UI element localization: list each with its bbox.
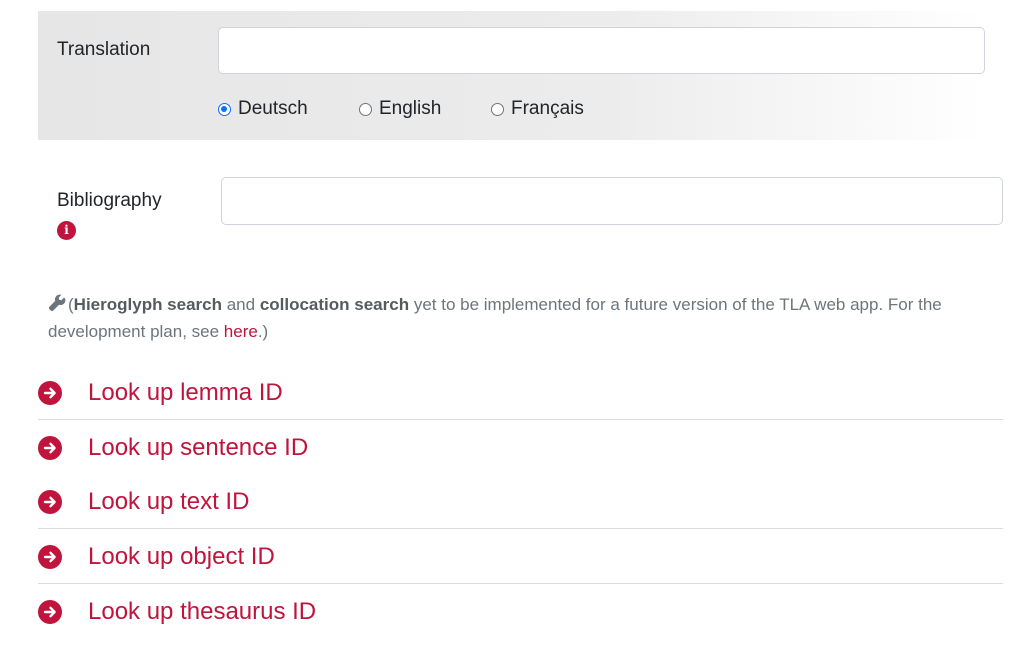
lookup-sentence-id[interactable]: Look up sentence ID (38, 421, 1003, 475)
note-and: and (222, 295, 260, 314)
lookup-label: Look up lemma ID (88, 378, 283, 406)
translation-label: Translation (57, 39, 151, 60)
radio-button-checked[interactable] (218, 102, 231, 116)
lookup-object-id[interactable]: Look up object ID (38, 530, 1003, 584)
bibliography-input[interactable] (221, 177, 1003, 225)
arrow-circle-right-icon (38, 544, 62, 569)
lookup-thesaurus-id[interactable]: Look up thesaurus ID (38, 585, 1003, 639)
radio-button[interactable] (359, 102, 372, 116)
arrow-circle-right-icon (38, 436, 62, 460)
bibliography-label: Bibliography (57, 190, 162, 211)
lookup-lemma-id[interactable]: Look up lemma ID (38, 366, 1003, 420)
radio-francais[interactable]: Français (491, 97, 584, 121)
radio-label-francais: Français (511, 98, 584, 119)
radio-button[interactable] (491, 102, 504, 116)
lookup-label: Look up text ID (88, 487, 250, 515)
info-icon[interactable]: i (57, 221, 76, 240)
note-close: .) (257, 322, 269, 341)
wrench-icon (48, 294, 66, 312)
arrow-circle-right-icon (38, 380, 62, 405)
radio-english[interactable]: English (359, 97, 441, 121)
lookup-label: Look up object ID (88, 542, 275, 570)
radio-label-deutsch: Deutsch (238, 98, 308, 119)
lookup-text-id[interactable]: Look up text ID (38, 475, 1003, 529)
lookup-label: Look up thesaurus ID (88, 598, 317, 625)
arrow-circle-right-icon (38, 600, 62, 624)
radio-label-english: English (379, 98, 442, 119)
search-form-page: Translation Deutsch English Français Bib… (0, 0, 1014, 656)
radio-deutsch[interactable]: Deutsch (218, 97, 308, 121)
development-plan-link[interactable]: here (224, 322, 258, 341)
lookup-label: Look up sentence ID (88, 434, 309, 461)
implementation-note: (Hieroglyph search and collocation searc… (48, 291, 988, 345)
note-hieroglyph-search: Hieroglyph search (73, 295, 222, 314)
note-collocation-search: collocation search (259, 295, 410, 314)
translation-input[interactable] (218, 27, 985, 74)
arrow-circle-right-icon (38, 489, 62, 514)
